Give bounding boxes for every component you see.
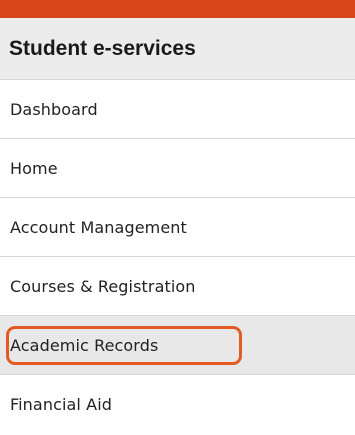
nav-item-label: Dashboard [10,99,98,119]
nav-item-dashboard[interactable]: Dashboard [0,80,355,139]
nav-item-account-management[interactable]: Account Management [0,198,355,257]
nav-item-label: Academic Records [10,335,159,355]
accent-bar [0,0,355,18]
nav-item-label: Home [10,158,58,178]
nav-item-courses-registration[interactable]: Courses & Registration [0,257,355,316]
student-eservices-panel: Student e-services Dashboard Home Accoun… [0,0,355,435]
nav-item-label: Account Management [10,217,187,237]
nav-item-label: Financial Aid [10,395,112,414]
nav-item-home[interactable]: Home [0,139,355,198]
nav-item-financial-aid[interactable]: Financial Aid [0,375,355,434]
nav-menu: Dashboard Home Account Management Course… [0,80,355,434]
panel-title: Student e-services [9,36,196,60]
nav-item-label: Courses & Registration [10,276,196,296]
nav-item-academic-records[interactable]: Academic Records [0,316,355,375]
panel-header: Student e-services [0,18,355,80]
